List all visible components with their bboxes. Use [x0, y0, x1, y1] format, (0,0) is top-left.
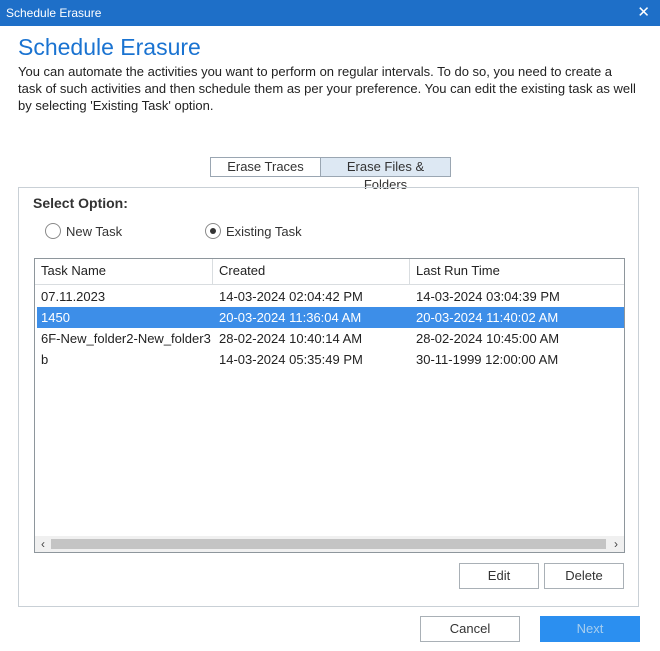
page-description: You can automate the activities you want…	[18, 64, 636, 113]
title-bar: Schedule Erasure ✕	[0, 0, 660, 26]
close-icon[interactable]: ✕	[637, 3, 650, 21]
tab-erase-traces[interactable]: Erase Traces	[210, 157, 321, 177]
radio-checked-icon[interactable]	[205, 223, 221, 239]
select-option-label: Select Option:	[33, 195, 128, 211]
task-table: Task Name Created Last Run Time 07.11.20…	[34, 258, 625, 553]
horizontal-scrollbar[interactable]: ‹ ›	[35, 536, 624, 552]
radio-new-task-label: New Task	[66, 223, 123, 239]
cell-last-run: 28-02-2024 10:45:00 AM	[416, 331, 560, 346]
column-header-created[interactable]: Created	[213, 259, 410, 285]
scroll-left-icon[interactable]: ‹	[35, 536, 51, 552]
scrollbar-thumb[interactable]	[51, 539, 606, 549]
window-title: Schedule Erasure	[6, 6, 102, 20]
cell-task-name: 07.11.2023	[41, 289, 106, 304]
cell-last-run: 20-03-2024 11:40:02 AM	[416, 310, 559, 325]
options-panel: Select Option: New Task Existing Task Ta…	[18, 187, 639, 607]
tab-bar: Erase Traces Erase Files & Folders	[210, 157, 451, 192]
page-title: Schedule Erasure	[18, 34, 201, 60]
cell-task-name: b	[41, 352, 49, 367]
cell-created: 14-03-2024 05:35:49 PM	[219, 352, 363, 367]
next-button[interactable]: Next	[540, 616, 640, 642]
table-row[interactable]: b 14-03-2024 05:35:49 PM 30-11-1999 12:0…	[37, 349, 624, 370]
cell-task-name: 6F-New_folder2-New_folder3	[41, 331, 211, 346]
cell-created: 28-02-2024 10:40:14 AM	[219, 331, 363, 346]
cell-last-run: 14-03-2024 03:04:39 PM	[416, 289, 560, 304]
tab-erase-files-folders[interactable]: Erase Files & Folders	[321, 157, 451, 192]
table-row-selected[interactable]: 1450 20-03-2024 11:36:04 AM 20-03-2024 1…	[37, 307, 624, 328]
edit-button[interactable]: Edit	[459, 563, 539, 589]
radio-existing-task-label: Existing Task	[226, 223, 302, 239]
cell-task-name: 1450	[41, 310, 70, 325]
table-row[interactable]: 07.11.2023 14-03-2024 02:04:42 PM 14-03-…	[37, 286, 624, 307]
delete-button[interactable]: Delete	[544, 563, 624, 589]
radio-new-task[interactable]: New Task	[45, 223, 122, 239]
radio-unchecked-icon[interactable]	[45, 223, 61, 239]
cell-last-run: 30-11-1999 12:00:00 AM	[416, 352, 559, 367]
cell-created: 14-03-2024 02:04:42 PM	[219, 289, 363, 304]
cell-created: 20-03-2024 11:36:04 AM	[219, 310, 362, 325]
cancel-button[interactable]: Cancel	[420, 616, 520, 642]
radio-existing-task[interactable]: Existing Task	[205, 223, 302, 239]
scroll-right-icon[interactable]: ›	[608, 536, 624, 552]
table-header: Task Name Created Last Run Time	[35, 259, 624, 285]
column-header-task-name[interactable]: Task Name	[35, 259, 213, 285]
column-header-last-run-time[interactable]: Last Run Time	[410, 259, 624, 285]
table-row[interactable]: 6F-New_folder2-New_folder3 28-02-2024 10…	[37, 328, 624, 349]
